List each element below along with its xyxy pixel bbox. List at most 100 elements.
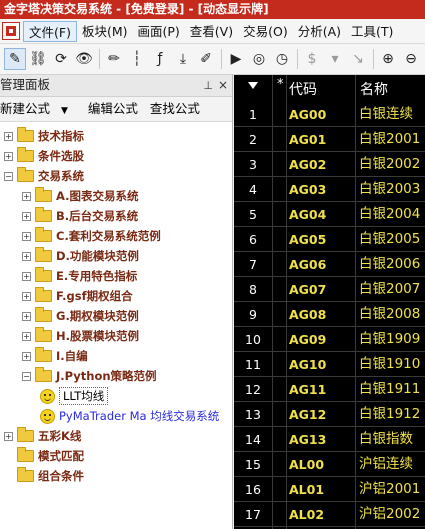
- quote-row[interactable]: 9 AG08 白银2008: [234, 302, 425, 327]
- menu-sector[interactable]: 板块(M): [77, 21, 133, 42]
- menu-trade[interactable]: 交易(O): [238, 21, 293, 42]
- tree-folder-item[interactable]: + 条件选股: [4, 146, 84, 166]
- expand-icon[interactable]: +: [22, 311, 31, 321]
- expand-icon[interactable]: +: [22, 251, 31, 261]
- column-divider: [355, 75, 356, 529]
- expand-icon[interactable]: +: [22, 291, 31, 301]
- quote-row[interactable]: 10 AG09 白银1909: [234, 327, 425, 352]
- close-icon[interactable]: ×: [218, 75, 228, 96]
- tree-folder-item[interactable]: + 技术指标: [4, 126, 84, 146]
- expand-icon[interactable]: +: [4, 431, 13, 441]
- menu-view[interactable]: 查看(V): [185, 21, 238, 42]
- quote-row[interactable]: 8 AG07 白银2007: [234, 277, 425, 302]
- collapse-icon[interactable]: −: [4, 171, 13, 181]
- tree-folder-item[interactable]: + A.图表交易系统: [22, 186, 138, 206]
- tree-folder-item[interactable]: 组合条件: [4, 466, 84, 486]
- tree-folder-item[interactable]: + H.股票模块范例: [22, 326, 139, 346]
- pin-icon[interactable]: ⊥: [203, 75, 213, 96]
- folder-icon: [17, 147, 34, 162]
- quote-row[interactable]: 14 AG13 白银指数: [234, 427, 425, 452]
- tree-folder-item[interactable]: + F.gsf期权组合: [22, 286, 133, 306]
- formula-icon[interactable]: ƒ: [149, 48, 171, 70]
- expand-icon[interactable]: +: [4, 151, 13, 161]
- quote-row[interactable]: 15 AL00 沪铝连续: [234, 452, 425, 477]
- dropdown-icon[interactable]: ▾: [324, 48, 346, 70]
- arrow-down-icon[interactable]: ⤓: [172, 48, 194, 70]
- quote-row[interactable]: 16 AL01 沪铝2001: [234, 477, 425, 502]
- folder-icon: [17, 127, 34, 142]
- quote-row[interactable]: 6 AG05 白银2005: [234, 227, 425, 252]
- sort-arrow-icon[interactable]: [248, 82, 258, 89]
- binoculars-icon[interactable]: 👁: [73, 48, 95, 70]
- column-header-name[interactable]: 名称: [360, 79, 388, 99]
- play-icon[interactable]: ▶: [225, 48, 247, 70]
- collapse-icon[interactable]: −: [22, 371, 31, 381]
- quote-row[interactable]: 3 AG02 白银2002: [234, 152, 425, 177]
- tree-item-label: B.后台交易系统: [56, 209, 139, 223]
- toolbar-separator: [373, 49, 374, 69]
- quote-row[interactable]: 12 AG11 白银1911: [234, 377, 425, 402]
- tree-folder-item[interactable]: + E.专用特色指标: [22, 266, 137, 286]
- tree-folder-item[interactable]: + D.功能模块范例: [22, 246, 139, 266]
- expand-icon[interactable]: +: [22, 271, 31, 281]
- tree-folder-item[interactable]: + G.期权模块范例: [22, 306, 139, 326]
- menu-analysis[interactable]: 分析(A): [293, 21, 346, 42]
- edit-icon[interactable]: ✐: [195, 48, 217, 70]
- pencil-icon[interactable]: ✏: [103, 48, 125, 70]
- instrument-code: AG04: [289, 207, 327, 222]
- quote-row[interactable]: 1 AG00 白银连续: [234, 102, 425, 127]
- tree-folder-item[interactable]: + C.套利交易系统范例: [22, 226, 161, 246]
- quote-row[interactable]: 13 AG12 白银1912: [234, 402, 425, 427]
- quote-row[interactable]: 4 AG03 白银2003: [234, 177, 425, 202]
- candlestick-icon[interactable]: ┆: [126, 48, 148, 70]
- dollar-icon[interactable]: $: [301, 48, 323, 70]
- edit-formula-button[interactable]: 编辑公式: [88, 101, 138, 116]
- tree-leaf-item[interactable]: LLT均线: [40, 386, 109, 406]
- tree-folder-item[interactable]: + B.后台交易系统: [22, 206, 138, 226]
- quote-row[interactable]: 2 AG01 白银2001: [234, 127, 425, 152]
- column-header-code[interactable]: 代码: [289, 79, 317, 99]
- refresh-icon[interactable]: ⟳: [50, 48, 72, 70]
- quote-row[interactable]: 17 AL02 沪铝2002: [234, 502, 425, 527]
- tree-folder-item[interactable]: + 五彩K线: [4, 426, 81, 446]
- trend-icon[interactable]: ↘: [347, 48, 369, 70]
- app-logo-icon[interactable]: [2, 22, 20, 40]
- folder-icon: [17, 167, 34, 182]
- expand-icon[interactable]: +: [4, 131, 13, 141]
- chevron-down-icon[interactable]: ▼: [61, 106, 68, 116]
- row-number: 15: [245, 457, 261, 472]
- tree-item-label: 条件选股: [38, 149, 84, 163]
- new-formula-button[interactable]: 新建公式 ▼: [0, 101, 76, 116]
- quote-row[interactable]: 5 AG04 白银2004: [234, 202, 425, 227]
- column-header-star[interactable]: *: [277, 77, 284, 92]
- pen-icon[interactable]: ✎: [4, 48, 26, 70]
- expand-icon[interactable]: +: [22, 351, 31, 361]
- instrument-code: AG12: [289, 407, 327, 422]
- instrument-code: AG01: [289, 132, 327, 147]
- tree-leaf-item[interactable]: PyMaTrader Ma 均线交易系统: [40, 406, 219, 426]
- ring-icon[interactable]: ◎: [248, 48, 270, 70]
- find-formula-button[interactable]: 查找公式: [150, 101, 200, 116]
- link-icon[interactable]: ⛓: [27, 48, 49, 70]
- quote-row[interactable]: 7 AG06 白银2006: [234, 252, 425, 277]
- menu-tools[interactable]: 工具(T): [346, 21, 398, 42]
- expand-icon[interactable]: +: [22, 231, 31, 241]
- tree-folder-item[interactable]: + I.自编: [22, 346, 88, 366]
- expand-icon[interactable]: +: [22, 211, 31, 221]
- new-formula-label: 新建公式: [0, 101, 51, 116]
- expand-icon[interactable]: +: [22, 331, 31, 341]
- menu-file[interactable]: 文件(F): [23, 20, 77, 42]
- quote-row[interactable]: 11 AG10 白银1910: [234, 352, 425, 377]
- folder-icon: [35, 307, 52, 322]
- row-number: 7: [249, 257, 257, 272]
- expand-icon[interactable]: +: [22, 191, 31, 201]
- zoom-in-icon[interactable]: ⊕: [377, 48, 399, 70]
- tree-folder-item[interactable]: 模式匹配: [4, 446, 84, 466]
- zoom-out-icon[interactable]: ⊖: [400, 48, 422, 70]
- toolbar-separator: [99, 49, 100, 69]
- tree-folder-item[interactable]: − 交易系统: [4, 166, 84, 186]
- tree-folder-item[interactable]: − J.Python策略范例: [22, 366, 157, 386]
- clock-icon[interactable]: ◷: [271, 48, 293, 70]
- menu-screen[interactable]: 画面(P): [133, 21, 185, 42]
- row-number: 9: [249, 307, 257, 322]
